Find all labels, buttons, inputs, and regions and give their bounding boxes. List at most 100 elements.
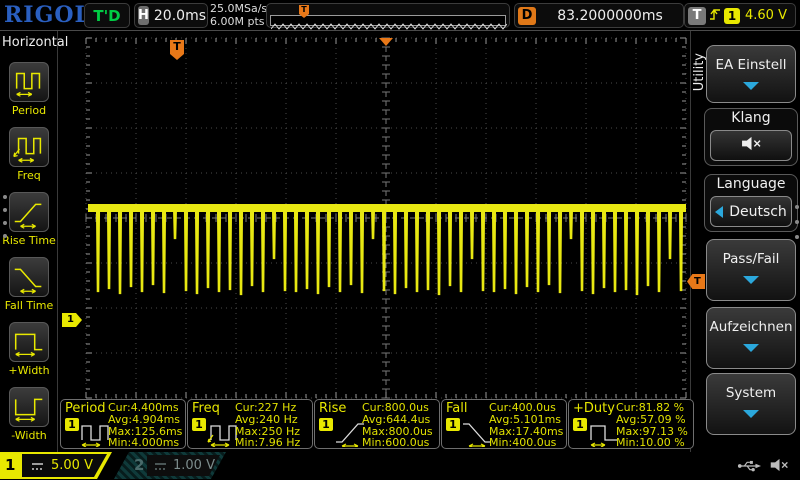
trigger-time-marker[interactable]: T [170, 40, 184, 54]
delay-display[interactable]: D 83.2000000ms [514, 3, 684, 28]
measure-item-fall-time[interactable] [9, 257, 49, 297]
measurement-stats: Cur:227 Hz Avg:240 Hz Max:250 Hz Min:7.9… [235, 402, 310, 449]
channel1-badge[interactable]: 1 5.00 V [0, 452, 112, 479]
trigger-level-value: 4.60 V [745, 8, 787, 23]
channel-status-bar: 1 5.00 V 2 1.00 V [0, 452, 800, 480]
measurement-fall[interactable]: Fall 1 Cur:400.0us Avg:5.101ms Max:17.40… [441, 399, 567, 449]
measure-item-freq[interactable] [9, 127, 49, 167]
measure-item-minus-width-label: -Width [0, 429, 58, 442]
stat-avg: Avg:4.904ms [108, 414, 183, 426]
stat-min: Min:600.0us [362, 437, 437, 449]
trigger-label: T [688, 7, 706, 25]
menu-slot-klang: Klang [704, 108, 798, 166]
language-value: Deutsch [729, 204, 787, 220]
memory-waveform-preview[interactable]: T [266, 3, 510, 28]
preview-trigger-flag: T [299, 5, 309, 14]
page-dot [3, 208, 7, 212]
memory-depth: 6.00M pts [210, 15, 267, 28]
trigger-settings-display[interactable]: T 1 4.60 V [684, 3, 796, 28]
dc-coupling-icon [154, 456, 167, 475]
dc-coupling-icon [31, 456, 44, 475]
preview-wave [271, 22, 507, 31]
measure-item-plus-width-label: +Width [0, 364, 58, 377]
measure-item-period-label: Period [0, 104, 58, 117]
right-menu-title: Utility [692, 53, 707, 91]
channel2-number: 2 [134, 456, 144, 474]
measurement-stats: Cur:81.82 % Avg:57.09 % Max:97.13 % Min:… [616, 402, 691, 449]
measure-item-period[interactable] [9, 62, 49, 102]
chevron-down-icon [743, 344, 759, 352]
flag-pointer [299, 14, 309, 18]
channel1-scale: 5.00 V [51, 458, 93, 473]
measure-item-minus-width[interactable] [9, 387, 49, 427]
speaker-muted-icon [769, 457, 790, 477]
measurement-stats: Cur:400.0us Avg:5.101ms Max:17.40ms Min:… [489, 402, 564, 449]
stat-min: Min:7.96 Hz [235, 437, 310, 449]
menu-button-pass-fail[interactable]: Pass/Fail [706, 239, 796, 301]
measurement-name: +Duty [573, 401, 615, 416]
delay-value: 83.2000000ms [540, 8, 680, 24]
period-icon [10, 86, 48, 105]
channel1-info: 5.00 V [22, 454, 107, 477]
menu-button-aufzeichnen[interactable]: Aufzeichnen [706, 307, 796, 369]
channel1-level-marker[interactable]: 1 [62, 313, 82, 327]
menu-button-language[interactable]: Deutsch [710, 196, 792, 227]
trigger-status-text: T'D [93, 7, 120, 25]
channel2-info: 1.00 V [147, 455, 220, 476]
channel2-scale: 1.00 V [173, 458, 215, 473]
oscilloscope-screen: RIGOL T'D H 20.0ms 25.0MSa/s 6.00M pts T… [0, 0, 800, 480]
speaker-muted-icon [740, 135, 763, 156]
horizontal-label: H [138, 6, 149, 25]
rising-edge-icon [709, 4, 721, 28]
sample-rate: 25.0MSa/s [210, 2, 267, 15]
page-dot [795, 235, 799, 239]
trigger-source-badge: 1 [724, 8, 740, 24]
stat-min: Min:10.00 % [616, 437, 691, 449]
stat-avg: Avg:57.09 % [616, 414, 691, 426]
delay-label: D [518, 7, 536, 25]
chevron-down-icon [743, 276, 759, 284]
rigol-logo: RIGOL [4, 2, 91, 28]
rise-time-icon [10, 216, 48, 235]
horizontal-measure-menu: Horizontal Period Freq Rise Time Fall Ti… [0, 31, 58, 480]
freq-icon [10, 151, 48, 170]
measurement-name: Freq [192, 401, 220, 416]
measurement-stats: Cur:4.400ms Avg:4.904ms Max:125.6ms Min:… [108, 402, 183, 449]
timebase-display[interactable]: H 20.0ms [134, 3, 208, 28]
chevron-left-icon [715, 206, 723, 218]
measure-item-fall-time-label: Fall Time [0, 299, 58, 312]
measurement-name: Fall [446, 401, 467, 416]
chevron-down-icon [743, 410, 759, 418]
stat-avg: Avg:644.4us [362, 414, 437, 426]
menu-button-system[interactable]: System [706, 373, 796, 435]
measure-item-plus-width[interactable] [9, 322, 49, 362]
measurement-plus-duty[interactable]: +Duty 1 Cur:81.82 % Avg:57.09 % Max:97.1… [568, 399, 694, 449]
measure-item-freq-label: Freq [0, 169, 58, 182]
channel1-number: 1 [5, 456, 15, 474]
menu-button-klang[interactable] [710, 130, 792, 161]
measurement-name: Period [65, 401, 106, 416]
measure-item-rise-time[interactable] [9, 192, 49, 232]
usb-icon [737, 458, 761, 477]
page-dot [3, 195, 7, 199]
left-menu-title: Horizontal [0, 31, 57, 50]
system-icons [737, 457, 790, 477]
trigger-status-badge: T'D [84, 3, 130, 28]
acquisition-info: 25.0MSa/s 6.00M pts [210, 2, 267, 28]
measurement-name: Rise [319, 401, 346, 416]
page-dot [795, 205, 799, 209]
page-dot [795, 220, 799, 224]
flag-pointer [170, 54, 184, 60]
measurement-rise[interactable]: Rise 1 Cur:800.0us Avg:644.4us Max:800.0… [314, 399, 440, 449]
trigger-position-marker[interactable] [379, 38, 393, 46]
channel2-badge[interactable]: 2 1.00 V [114, 452, 226, 479]
menu-button-ea-einstell[interactable]: EA Einstell [706, 45, 796, 103]
top-status-bar: RIGOL T'D H 20.0ms 25.0MSa/s 6.00M pts T… [0, 0, 800, 31]
measurement-freq[interactable]: Freq 1 Cur:227 Hz Avg:240 Hz Max:250 Hz … [187, 399, 313, 449]
measurement-period[interactable]: Period 1 Cur:4.400ms Avg:4.904ms Max:125… [60, 399, 186, 449]
plus-width-icon [10, 346, 48, 365]
minus-width-icon [10, 411, 48, 430]
timebase-value: 20.0ms [154, 8, 206, 24]
page-dot [3, 234, 7, 238]
stat-avg: Avg:240 Hz [235, 414, 310, 426]
